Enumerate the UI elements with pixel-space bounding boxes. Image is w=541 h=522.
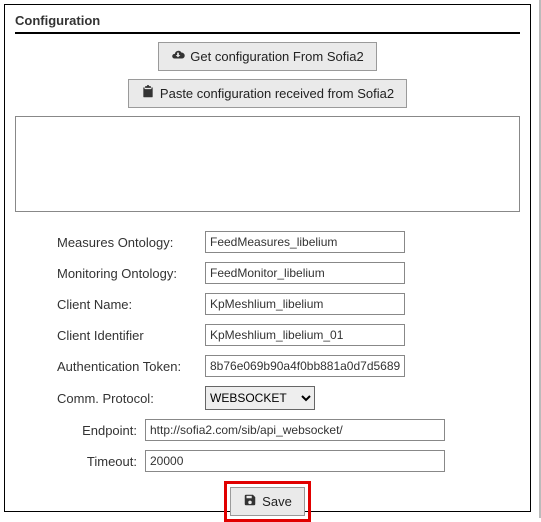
input-monitoring-ontology[interactable] xyxy=(205,262,405,284)
input-client-identifier[interactable] xyxy=(205,324,405,346)
input-client-name[interactable] xyxy=(205,293,405,315)
save-label: Save xyxy=(262,494,292,509)
label-monitoring-ontology: Monitoring Ontology: xyxy=(15,266,205,281)
row-auth-token: Authentication Token: xyxy=(15,355,520,377)
label-comm-protocol: Comm. Protocol: xyxy=(15,391,205,406)
select-comm-protocol[interactable]: WEBSOCKET xyxy=(205,386,315,410)
row-timeout: Timeout: xyxy=(15,450,520,472)
configuration-panel: Configuration Get configuration From Sof… xyxy=(4,4,531,512)
label-measures-ontology: Measures Ontology: xyxy=(15,235,205,250)
get-configuration-label: Get configuration From Sofia2 xyxy=(190,49,363,64)
row-client-name: Client Name: xyxy=(15,293,520,315)
paste-configuration-button[interactable]: Paste configuration received from Sofia2 xyxy=(128,79,407,108)
row-endpoint: Endpoint: xyxy=(15,419,520,441)
label-endpoint: Endpoint: xyxy=(15,423,145,438)
label-client-identifier: Client Identifier xyxy=(15,328,205,343)
paste-textarea[interactable] xyxy=(15,116,520,212)
input-measures-ontology[interactable] xyxy=(205,231,405,253)
label-timeout: Timeout: xyxy=(15,454,145,469)
save-area: Save xyxy=(15,481,520,522)
title-divider xyxy=(15,32,520,34)
config-form: Measures Ontology: Monitoring Ontology: … xyxy=(15,231,520,522)
input-auth-token[interactable] xyxy=(205,355,405,377)
panel-title: Configuration xyxy=(15,13,520,28)
input-timeout[interactable] xyxy=(145,450,445,472)
paste-configuration-label: Paste configuration received from Sofia2 xyxy=(160,86,394,101)
paste-icon xyxy=(141,85,155,102)
get-configuration-button[interactable]: Get configuration From Sofia2 xyxy=(158,42,376,71)
row-measures-ontology: Measures Ontology: xyxy=(15,231,520,253)
save-highlight-box: Save xyxy=(224,481,311,522)
row-comm-protocol: Comm. Protocol: WEBSOCKET xyxy=(15,386,520,410)
save-button[interactable]: Save xyxy=(230,487,305,516)
input-endpoint[interactable] xyxy=(145,419,445,441)
row-monitoring-ontology: Monitoring Ontology: xyxy=(15,262,520,284)
label-auth-token: Authentication Token: xyxy=(15,359,205,374)
app-window: Configuration Get configuration From Sof… xyxy=(0,0,541,518)
cloud-download-icon xyxy=(171,48,185,65)
save-icon xyxy=(243,493,257,510)
row-client-identifier: Client Identifier xyxy=(15,324,520,346)
label-client-name: Client Name: xyxy=(15,297,205,312)
